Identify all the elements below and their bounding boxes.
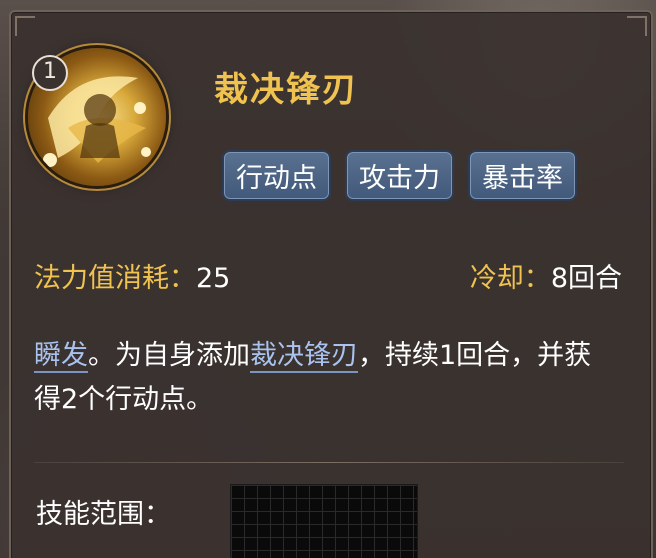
panel-corner-ornament: [627, 16, 647, 36]
skill-description: 瞬发。为自身添加裁决锋刃，持续1回合，并获得2个行动点。: [34, 334, 594, 422]
game-scene: 1 裁决锋刃 行动点 攻击力 暴击率 法力值消耗：25 冷却：8回合 瞬发。为自…: [0, 0, 656, 558]
skill-tag-list: 行动点 攻击力 暴击率: [222, 150, 577, 201]
panel-corner-ornament: [15, 16, 35, 36]
mana-cost: 法力值消耗：25: [34, 256, 230, 295]
keyword-buff[interactable]: 裁决锋刃: [250, 340, 358, 373]
skill-range-label: 技能范围：: [36, 499, 171, 530]
description-text-1: 。为自身添加: [88, 340, 250, 371]
section-divider: [34, 462, 624, 463]
tag-crit-rate[interactable]: 暴击率: [468, 150, 577, 201]
skill-rank-badge: 1: [32, 55, 68, 91]
skill-name: 裁决锋刃: [214, 70, 358, 110]
cooldown-label: 冷却：: [469, 263, 551, 294]
tag-action-points[interactable]: 行动点: [222, 150, 331, 201]
tag-attack[interactable]: 攻击力: [345, 150, 454, 201]
keyword-instant[interactable]: 瞬发: [34, 340, 88, 373]
mana-cost-value: 25: [196, 263, 231, 294]
cooldown: 冷却：8回合: [470, 256, 622, 295]
mana-cost-label: 法力值消耗：: [34, 263, 196, 294]
cooldown-value: 8回合: [550, 263, 622, 294]
skill-range-grid: [230, 484, 418, 558]
